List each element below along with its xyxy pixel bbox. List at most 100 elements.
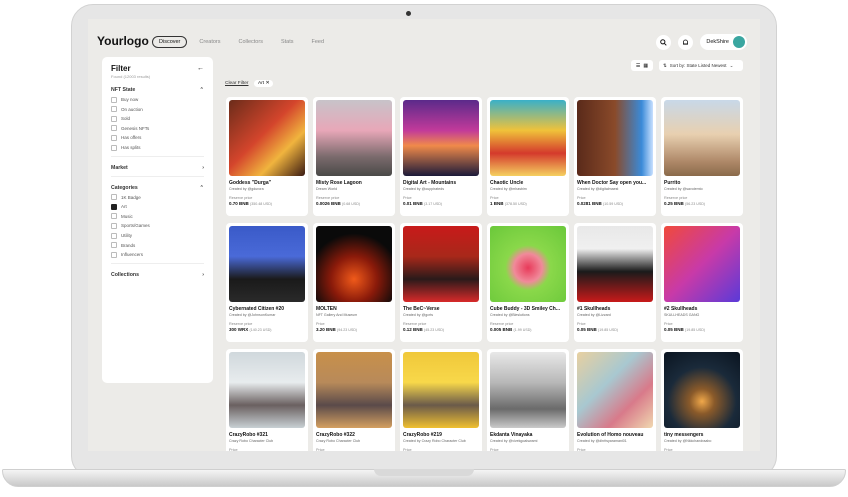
- nft-image[interactable]: [316, 226, 392, 302]
- nft-title[interactable]: #2 Skullheads: [664, 306, 740, 312]
- collections-header[interactable]: Collections ›: [111, 272, 204, 278]
- nft-title[interactable]: Goddess "Durga": [229, 180, 305, 186]
- nft-image[interactable]: [229, 100, 305, 176]
- checkbox[interactable]: [111, 106, 117, 113]
- nft-title[interactable]: CrazyRobo #322: [316, 432, 392, 438]
- nft-title[interactable]: Digital Art - Mountains: [403, 180, 479, 186]
- nft-card[interactable]: tiny messengers Created by @Nkkchandraabo…: [661, 349, 743, 451]
- nft-image[interactable]: [490, 352, 566, 428]
- nft-card[interactable]: Digital Art - Mountains Created by @ouppi…: [400, 97, 482, 216]
- checkbox[interactable]: [111, 115, 117, 122]
- nft-image[interactable]: [229, 226, 305, 302]
- category-option[interactable]: 1K Badge: [111, 194, 204, 201]
- nft-title[interactable]: Purrito: [664, 180, 740, 186]
- nft-image[interactable]: [403, 226, 479, 302]
- state-option[interactable]: On auction: [111, 106, 204, 113]
- arrow-left-icon[interactable]: ←: [197, 65, 204, 72]
- nav-creators[interactable]: Creators: [193, 37, 226, 47]
- checkbox[interactable]: [111, 194, 117, 201]
- nft-image[interactable]: [577, 100, 653, 176]
- checkbox[interactable]: [111, 144, 117, 151]
- nft-title[interactable]: Misty Rose Lagoon: [316, 180, 392, 186]
- logo[interactable]: Yourlogo: [97, 34, 149, 48]
- checkbox[interactable]: [111, 96, 117, 103]
- nft-image[interactable]: [490, 226, 566, 302]
- grid-view-icon[interactable]: ▦: [643, 63, 648, 69]
- nft-card[interactable]: Cybernated Citizen #20 Created by @Johnso…: [226, 223, 308, 342]
- nft-image[interactable]: [664, 100, 740, 176]
- nav-stats[interactable]: Stats: [275, 37, 300, 47]
- checkbox[interactable]: [111, 134, 117, 141]
- nft-image[interactable]: [403, 352, 479, 428]
- nav-discover[interactable]: Discover: [152, 36, 188, 48]
- nft-title[interactable]: CrazyRobo #321: [229, 432, 305, 438]
- category-option[interactable]: Sports/Games: [111, 222, 204, 229]
- nft-card[interactable]: The BeC~Verse Created by @gcrts Reserve pr…: [400, 223, 482, 342]
- checkbox-checked[interactable]: [111, 203, 117, 210]
- checkbox[interactable]: [111, 242, 117, 249]
- nft-image[interactable]: [316, 352, 392, 428]
- nft-title[interactable]: When Doctor Say open you...: [577, 180, 653, 186]
- state-option[interactable]: Sold: [111, 115, 204, 122]
- nft-title[interactable]: Ekdanta Vinayaka: [490, 432, 566, 438]
- notifications-button[interactable]: [678, 34, 694, 50]
- category-option[interactable]: Art: [111, 203, 204, 210]
- nft-title[interactable]: MOLTEN: [316, 306, 392, 312]
- search-button[interactable]: [656, 34, 672, 50]
- checkbox[interactable]: [111, 125, 117, 132]
- nft-card[interactable]: Chaotic Uncle Created by @mhasbim Price 1 B…: [487, 97, 569, 216]
- checkbox[interactable]: [111, 222, 117, 229]
- nft-image[interactable]: [229, 352, 305, 428]
- category-option[interactable]: Utility: [111, 232, 204, 239]
- nft-title[interactable]: Cybernated Citizen #20: [229, 306, 305, 312]
- category-option[interactable]: Brands: [111, 242, 204, 249]
- nft-card[interactable]: When Doctor Say open you... Created by @d…: [574, 97, 656, 216]
- nav-feed[interactable]: Feed: [306, 37, 331, 47]
- nft-card[interactable]: Purrito Created by @savoiemto Reserve pric…: [661, 97, 743, 216]
- nft-title[interactable]: tiny messengers: [664, 432, 740, 438]
- nft-title[interactable]: Chaotic Uncle: [490, 180, 566, 186]
- market-header[interactable]: Market ›: [111, 165, 204, 171]
- nft-card[interactable]: MOLTEN NFT Gallery And Museum Price 3.20 BN…: [313, 223, 395, 342]
- categories-header[interactable]: Categories ⌃: [111, 185, 204, 191]
- nft-card[interactable]: Goddess "Durga" Created by @gdurora Reserv…: [226, 97, 308, 216]
- nft-card[interactable]: CrazyRobo #219 Created by Crazy Robo Char…: [400, 349, 482, 451]
- nft-image[interactable]: [490, 100, 566, 176]
- checkbox[interactable]: [111, 251, 117, 258]
- nft-state-header[interactable]: NFT State ⌃: [111, 87, 204, 93]
- nft-card[interactable]: #1 Skullheads Created by @Lizzard Price 0.0…: [574, 223, 656, 342]
- nav-collectors[interactable]: Collectors: [233, 37, 269, 47]
- category-option[interactable]: Music: [111, 213, 204, 220]
- clear-filter-link[interactable]: Clear Filter: [225, 81, 248, 86]
- category-option[interactable]: Influencers: [111, 251, 204, 258]
- nft-image[interactable]: [316, 100, 392, 176]
- nft-card[interactable]: #2 Skullheads SKULLHEADS GANG Price 0.05 BN…: [661, 223, 743, 342]
- sort-dropdown[interactable]: ⇅ Sort by: State Listed Newest ⌄: [659, 60, 743, 71]
- nft-card[interactable]: Ekdanta Vinayaka Created by @vivekgoalswa…: [487, 349, 569, 451]
- list-view-icon[interactable]: ☰: [636, 63, 640, 69]
- nft-image[interactable]: [403, 100, 479, 176]
- nft-card[interactable]: CrazyRobo #321 Crazy Robo Character Club P…: [226, 349, 308, 451]
- state-option[interactable]: Buy now: [111, 96, 204, 103]
- view-toggle[interactable]: ☰ ▦: [631, 60, 653, 71]
- nft-image[interactable]: [577, 226, 653, 302]
- checkbox[interactable]: [111, 213, 117, 220]
- nft-image[interactable]: [664, 226, 740, 302]
- art-filter-chip[interactable]: Art ✕: [254, 80, 274, 87]
- nft-card[interactable]: CrazyRobo #322 Crazy Robo Character Club P…: [313, 349, 395, 451]
- nft-card[interactable]: Misty Rose Lagoon Dream World Reserve pric…: [313, 97, 395, 216]
- checkbox[interactable]: [111, 232, 117, 239]
- nft-card[interactable]: Cube Buddy - 3D Smiley Ch... Created by @…: [487, 223, 569, 342]
- state-option[interactable]: Genesis NFTs: [111, 125, 204, 132]
- state-option[interactable]: Has offers: [111, 134, 204, 141]
- nft-card[interactable]: Evolution of Homo nouveau Created by @dhr…: [574, 349, 656, 451]
- nft-title[interactable]: #1 Skullheads: [577, 306, 653, 312]
- state-option[interactable]: Has splits: [111, 144, 204, 151]
- user-menu[interactable]: DekShire: [700, 34, 747, 50]
- nft-title[interactable]: The BeC~Verse: [403, 306, 479, 312]
- nft-image[interactable]: [664, 352, 740, 428]
- nft-title[interactable]: CrazyRobo #219: [403, 432, 479, 438]
- nft-image[interactable]: [577, 352, 653, 428]
- nft-title[interactable]: Cube Buddy - 3D Smiley Ch...: [490, 306, 566, 312]
- nft-title[interactable]: Evolution of Homo nouveau: [577, 432, 653, 438]
